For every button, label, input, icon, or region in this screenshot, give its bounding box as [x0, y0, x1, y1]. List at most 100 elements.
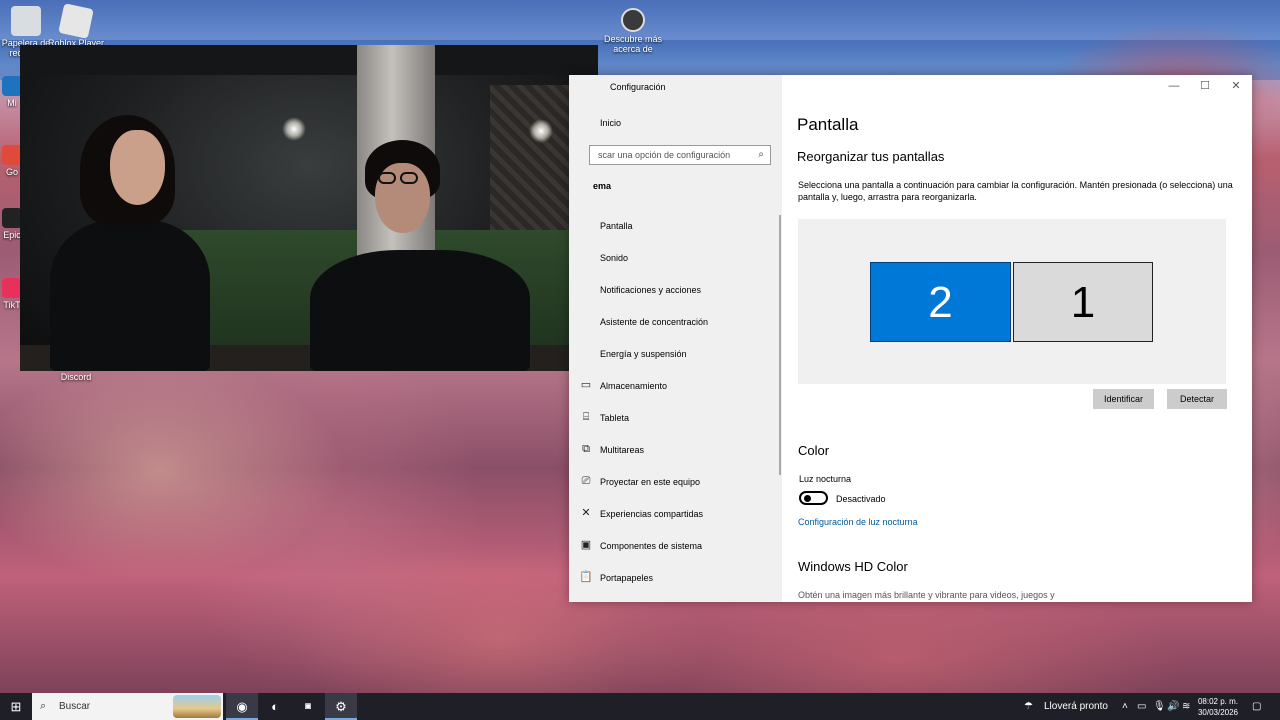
sidebar-item-label: Pantalla [600, 221, 633, 231]
sidebar-item-sonido[interactable]: Sonido [579, 244, 779, 270]
hdr-heading: Windows HD Color [798, 559, 908, 574]
camera-person-right [310, 250, 530, 371]
sidebar-item-label: Almacenamiento [600, 381, 668, 391]
epic-icon [2, 208, 22, 228]
search-input-text: scar una opción de configuración [598, 150, 731, 160]
moon-icon [579, 314, 593, 328]
camera-light [529, 119, 553, 143]
nav-home-link[interactable]: Inicio [600, 118, 621, 128]
search-highlight-image [173, 695, 221, 718]
sidebar-item-multitareas[interactable]: ⧉ Multitareas [579, 436, 779, 462]
sidebar-item-experiencias[interactable]: ✕ Experiencias compartidas [579, 500, 779, 526]
identify-button[interactable]: Identificar [1093, 389, 1154, 409]
monitor-2-tile[interactable]: 2 [870, 262, 1011, 342]
desktop-icon-roblox[interactable]: Roblox Player [46, 3, 106, 48]
sidebar-item-notificaciones[interactable]: Notificaciones y acciones [579, 276, 779, 302]
project-icon: ⎚ [581, 475, 591, 487]
speaker-icon [579, 250, 593, 264]
settings-main-pane: Pantalla Reorganizar tus pantallas Selec… [797, 75, 1242, 602]
chrome-icon [2, 145, 22, 165]
sidebar-item-label: Multitareas [600, 445, 645, 455]
clock-time: 08:02 p. m. [1197, 697, 1239, 706]
windows-start-icon[interactable]: ⊞ [0, 693, 32, 720]
camera-light [282, 117, 306, 141]
camera-face-left [110, 130, 165, 205]
clipboard-icon: 📋 [579, 571, 593, 583]
sidebar-item-portapapeles[interactable]: 📋 Portapapeles [579, 564, 779, 590]
display-arrangement-area[interactable]: 2 1 [798, 219, 1226, 384]
monitor-1-tile[interactable]: 1 [1013, 262, 1153, 342]
notification-center-icon[interactable]: ▢ [1252, 693, 1261, 720]
taskbar-clock[interactable]: 08:02 p. m. 30/03/2026 [1196, 696, 1240, 718]
microphone-icon[interactable]: 🎙 [1153, 693, 1166, 720]
camera-person-left [50, 220, 210, 371]
tablet-icon: ⌸ [582, 411, 590, 423]
page-title: Pantalla [797, 115, 859, 134]
hdr-description: Obtén una imagen más brillante y vibrant… [798, 590, 1055, 600]
wifi-icon[interactable]: ≋ [1182, 693, 1190, 720]
night-light-toggle[interactable] [799, 491, 828, 505]
camera-glasses [400, 172, 418, 184]
night-light-state: Desactivado [836, 494, 886, 504]
search-icon: ⌕ [40, 700, 47, 712]
sidebar-item-label: Portapapeles [600, 573, 654, 583]
sidebar-item-asistente[interactable]: Asistente de concentración [579, 308, 779, 334]
sidebar-item-componentes[interactable]: ▣ Componentes de sistema [579, 532, 779, 558]
camera-ceiling [20, 45, 598, 75]
sidebar-item-tableta[interactable]: ⌸ Tableta [579, 404, 779, 430]
rearrange-description: Selecciona una pantalla a continuación p… [798, 180, 1233, 202]
multitask-icon: ⧉ [582, 443, 590, 455]
weather-text[interactable]: Lloverá pronto [1044, 693, 1108, 720]
clock-date: 30/03/2026 [1197, 708, 1239, 717]
desktop-icon-label: Discord [60, 372, 92, 382]
settings-search-input[interactable]: scar una opción de configuración ⌕ [589, 145, 771, 165]
night-light-settings-link[interactable]: Configuración de luz nocturna [798, 517, 918, 527]
night-light-label: Luz nocturna [799, 474, 852, 484]
weather-icon[interactable]: ☂ [1024, 693, 1033, 720]
taskbar-search-label: Buscar [59, 701, 91, 712]
settings-nav-pane: Configuración Inicio scar una opción de … [569, 75, 782, 602]
settings-taskbar-icon[interactable]: ⚙ [325, 693, 357, 720]
notification-icon [579, 282, 593, 296]
epic-taskbar-icon[interactable]: ▣ [292, 693, 324, 720]
sidebar-item-label: Proyectar en este equipo [600, 477, 701, 487]
desktop-icon-spotlight[interactable]: Descubre más acerca de [603, 8, 663, 54]
chrome-taskbar-icon[interactable]: ◉ [226, 693, 258, 720]
sidebar-item-label: Notificaciones y acciones [600, 285, 702, 295]
volume-icon[interactable]: 🔊 [1167, 693, 1179, 720]
window-title: Configuración [610, 82, 666, 92]
nav-scrollbar[interactable] [779, 215, 781, 475]
sidebar-item-pantalla[interactable]: Pantalla [579, 212, 779, 238]
obs-taskbar-icon[interactable]: ◐ [259, 693, 291, 720]
sidebar-item-almacenamiento[interactable]: ▭ Almacenamiento [579, 372, 779, 398]
sidebar-item-label: Sonido [600, 253, 629, 263]
taskbar: ⊞ ⌕ Buscar ◉ ◐ ▣ ⚙ ☂ Lloverá pronto ˄ ▭ … [0, 693, 1280, 720]
sidebar-item-label: Componentes de sistema [600, 541, 703, 551]
desktop-icon-discord[interactable]: Discord [46, 372, 106, 382]
sidebar-item-energia[interactable]: Energía y suspensión [579, 340, 779, 366]
color-heading: Color [798, 443, 830, 458]
settings-window[interactable]: Configuración Inicio scar una opción de … [569, 75, 1252, 602]
camera-preview-window[interactable] [20, 45, 598, 371]
sidebar-item-label: Energía y suspensión [600, 349, 687, 359]
storage-icon: ▭ [580, 379, 592, 391]
roblox-icon [58, 3, 94, 39]
detect-button[interactable]: Detectar [1167, 389, 1227, 409]
network-icon[interactable]: ▭ [1137, 693, 1146, 720]
taskbar-search-box[interactable]: ⌕ Buscar [32, 693, 223, 720]
toggle-knob [804, 495, 811, 502]
desktop-icon-label: Descubre más acerca de [603, 34, 663, 54]
search-icon: ⌕ [758, 149, 764, 160]
sidebar-item-label: Tableta [600, 413, 630, 423]
nav-section-title: ema [593, 181, 612, 191]
monitor-icon [579, 218, 593, 232]
rearrange-heading: Reorganizar tus pantallas [797, 149, 945, 164]
spotlight-icon [621, 8, 645, 32]
sidebar-item-label: Experiencias compartidas [600, 509, 704, 519]
shared-icon: ✕ [581, 507, 591, 519]
sidebar-item-proyectar[interactable]: ⎚ Proyectar en este equipo [579, 468, 779, 494]
recycle-bin-icon [11, 6, 41, 36]
power-icon [579, 346, 593, 360]
camera-glasses [378, 172, 396, 184]
tray-chevron-icon[interactable]: ˄ [1122, 693, 1128, 720]
